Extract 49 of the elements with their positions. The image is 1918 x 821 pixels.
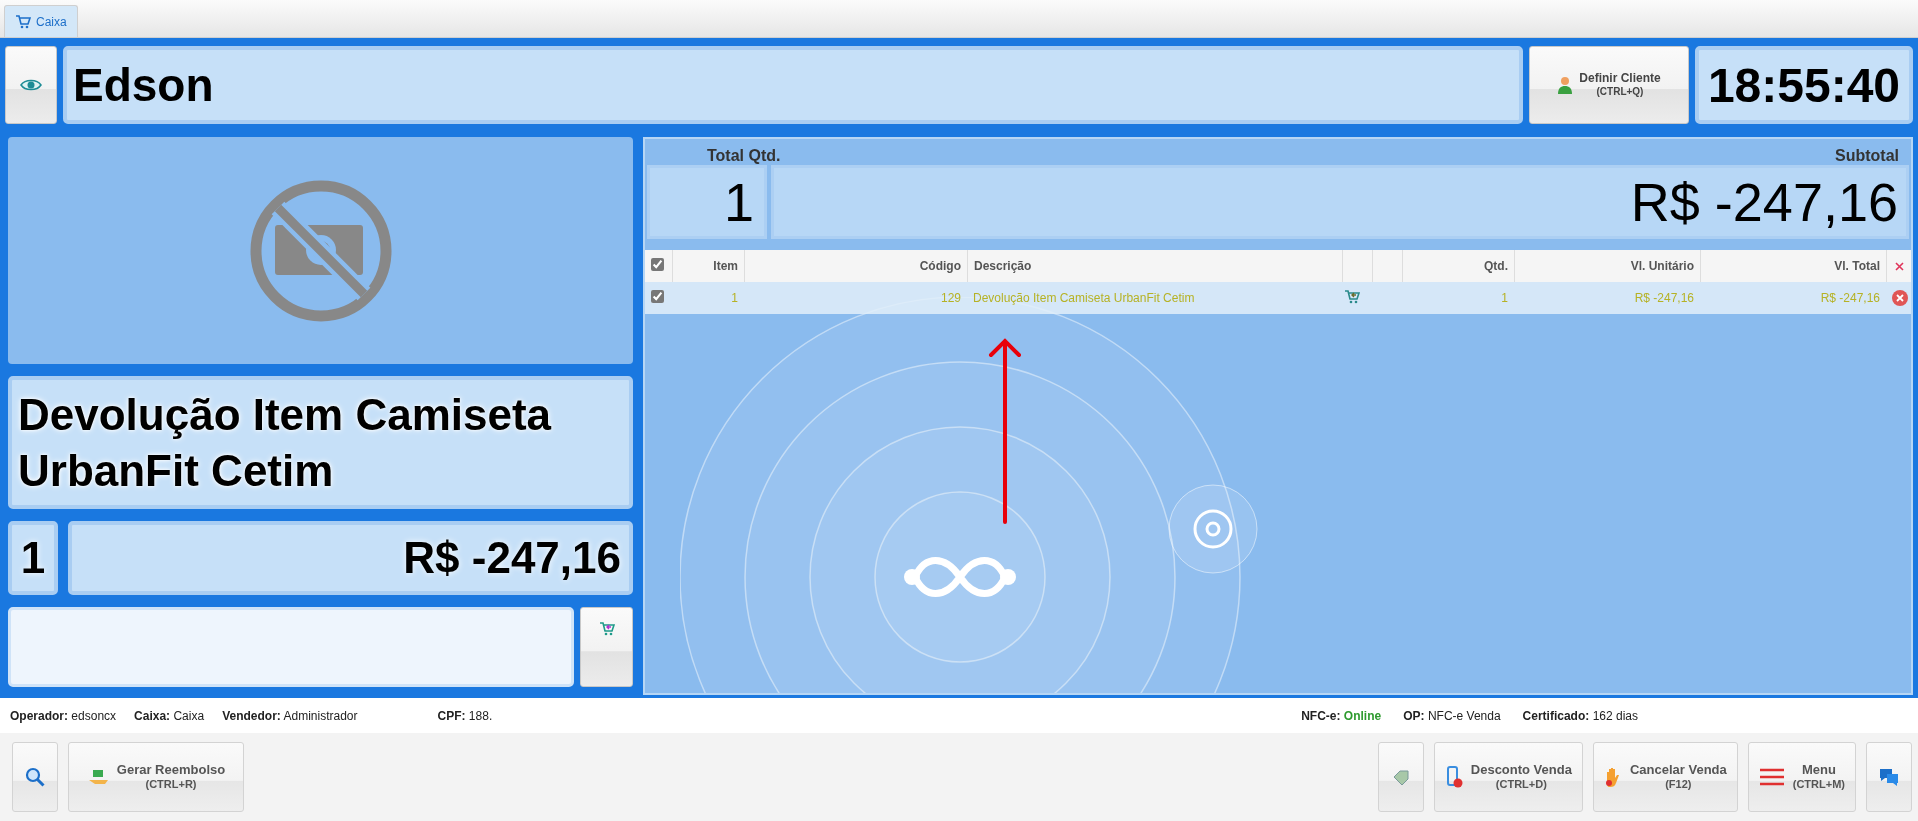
search-button[interactable]	[12, 742, 58, 812]
toolbar-button[interactable]: Menu (CTRL+M)	[1747, 742, 1856, 812]
discount-icon	[1444, 766, 1463, 788]
table-cell-text: 1	[730, 291, 739, 305]
table-cell-text: 1	[1500, 291, 1509, 305]
cart-clock-icon	[1344, 289, 1360, 304]
status-item: NFC-e: Online	[1301, 708, 1382, 723]
table-cell-text: 129	[939, 291, 962, 305]
eye-icon	[20, 78, 42, 92]
table-cell-text: R$ -247,16	[1819, 291, 1881, 305]
toolbar-button[interactable]: Desconto Venda (CTRL+D)	[1433, 742, 1583, 812]
table-cell-text: R$ -247,16	[1633, 291, 1695, 305]
tag-icon	[1391, 769, 1410, 785]
menu-icon	[1758, 767, 1785, 787]
status-item: Operador: edsoncx	[10, 708, 117, 723]
hand-icon	[1603, 767, 1622, 787]
select-all-checkbox[interactable]	[651, 258, 664, 271]
delete-icon[interactable]	[1892, 290, 1908, 306]
chat-icon	[1879, 768, 1899, 786]
subtotal-value: R$ -247,16	[771, 165, 1909, 239]
subtotal-label: Subtotal	[1835, 147, 1899, 165]
product-quantity: 1	[8, 521, 58, 595]
status-item: Caixa: Caixa	[134, 708, 205, 723]
toolbar-button[interactable]: Cancelar Venda (F12)	[1592, 742, 1738, 812]
status-item: OP: NFC-e Venda	[1403, 708, 1501, 723]
table-cell-text: Devolução Item Camiseta UrbanFit Cetim	[972, 291, 1196, 305]
total-qty-label: Total Qtd.	[707, 147, 781, 165]
person-icon	[1557, 76, 1574, 94]
product-price: R$ -247,16	[68, 521, 633, 595]
row-checkbox[interactable]	[651, 290, 664, 303]
operator-name: Edson	[63, 46, 1523, 124]
cart-button[interactable]	[580, 607, 633, 687]
search-icon	[25, 767, 45, 787]
tab[interactable]: Caixa	[4, 5, 78, 37]
product-description: Devolução Item Camiseta UrbanFit Cetim	[8, 376, 633, 509]
chat-button[interactable]	[1866, 742, 1912, 812]
clock: 18:55:40	[1695, 46, 1913, 124]
product-code-field[interactable]	[8, 607, 574, 687]
cart-icon	[15, 14, 31, 29]
cart-icon	[598, 622, 615, 636]
visibility-button[interactable]	[5, 46, 57, 124]
toolbar-button[interactable]: Gerar Reembolso (CTRL+R)	[68, 742, 244, 812]
status-item: Vendedor: Administrador	[222, 708, 358, 723]
status-item: CPF: 188.	[437, 708, 493, 723]
no-photo-icon	[249, 179, 392, 322]
status-item: Certificado: 162 dias	[1522, 708, 1638, 723]
close-icon[interactable]	[1894, 261, 1904, 271]
define-client-button[interactable]: Definir Cliente (CTRL+Q)	[1529, 46, 1689, 124]
total-qty: 1	[647, 165, 767, 239]
